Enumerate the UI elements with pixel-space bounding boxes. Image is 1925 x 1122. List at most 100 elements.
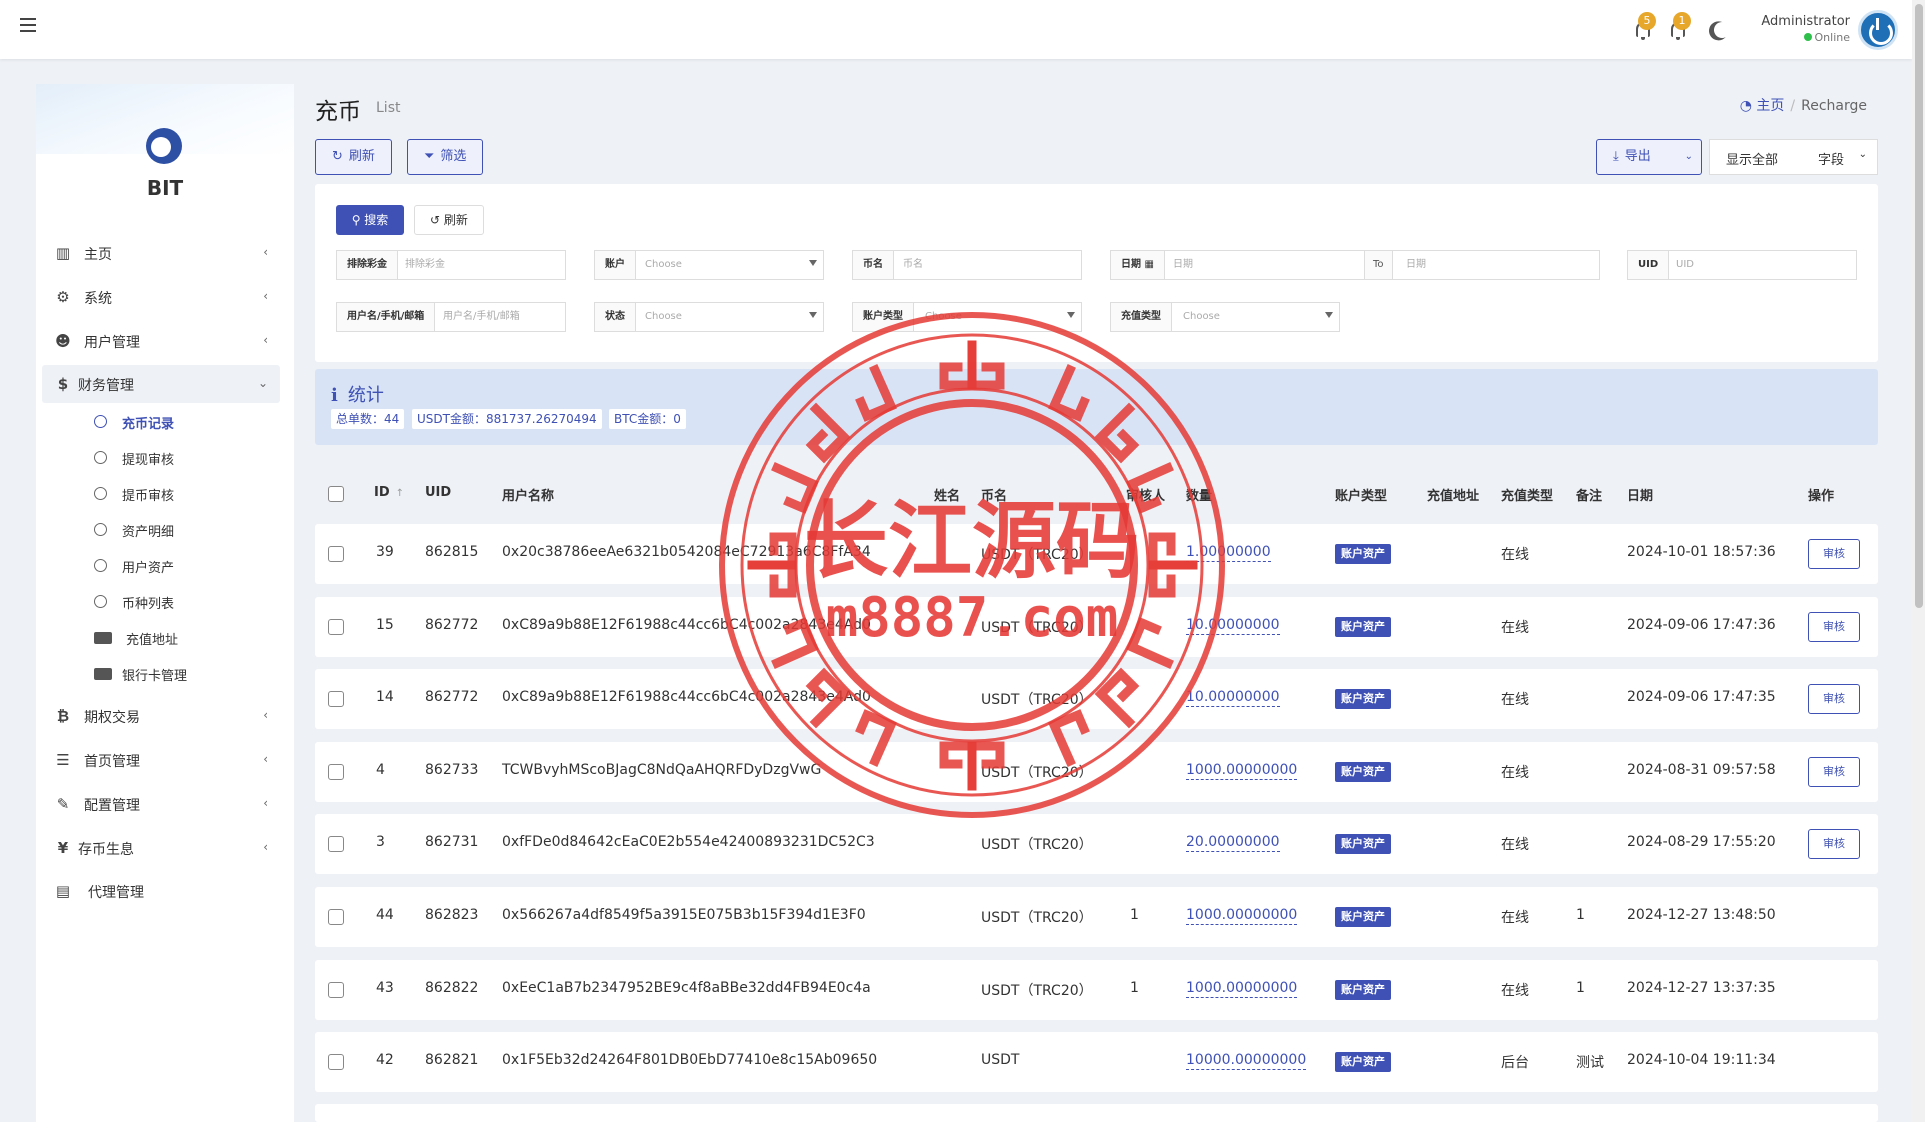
top-bar [0, 0, 1912, 59]
uid-field[interactable]: UID UID [1627, 250, 1857, 280]
sidebar-item-system[interactable]: ⚙ 系统 ‹ [42, 278, 280, 316]
recharge-type-select[interactable]: 充值类型 Choose [1110, 302, 1340, 332]
audit-button[interactable]: 审核 [1808, 757, 1860, 787]
exclude-bonus-field[interactable]: 排除彩金 排除彩金 [336, 250, 566, 280]
sidebar-sub-deposit-address[interactable]: 充值地址 [94, 624, 274, 652]
account-select[interactable]: 账户 Choose [594, 250, 824, 280]
select-all-checkbox[interactable] [328, 486, 344, 502]
sidebar-item-home[interactable]: ▥ 主页 ‹ [42, 234, 280, 272]
sidebar-item-homepage[interactable]: ☰ 首页管理 ‹ [42, 741, 280, 779]
sidebar-item-finance[interactable]: $ 财务管理 ⌄ [42, 365, 280, 403]
sidebar-sub-recharge-records[interactable]: 充币记录 [94, 408, 274, 436]
cell-amount[interactable]: 20.00000000 [1186, 833, 1280, 852]
reset-button-label: 刷新 [443, 213, 468, 227]
sidebar-sub-withdraw-audit[interactable]: 提现审核 [94, 444, 274, 472]
undo-icon: ↺ [430, 213, 444, 227]
sidebar-item-agents[interactable]: ▤ 代理管理 [42, 872, 280, 910]
breadcrumb-home[interactable]: ◔ 主页 [1740, 98, 1785, 114]
table-row: 14 862772 0xC89a9b88E12F61988c44cc6bC4c0… [315, 669, 1878, 729]
user-search-field[interactable]: 用户名/手机/邮箱 用户名/手机/邮箱 [336, 302, 566, 332]
chevron-left-icon: ‹ [263, 708, 268, 722]
cell-amount[interactable]: 1000.00000000 [1186, 761, 1298, 780]
column-selector[interactable]: 显示全部 字段 ⌄ [1709, 139, 1878, 175]
stats-title-label: 统计 [347, 385, 384, 406]
search-button-label: 搜索 [364, 213, 389, 227]
field-label: 账户类型 [853, 303, 914, 331]
date-range-field[interactable]: 日期 ▦ 日期 To 日期 [1110, 250, 1600, 280]
row-checkbox[interactable] [328, 1054, 344, 1070]
page-scrollbar[interactable] [1912, 0, 1925, 1122]
table-header: ID ↑ UID 用户名称 姓名 币名 审核人 数量 账户类型 充值地址 充值类型… [315, 470, 1878, 518]
row-checkbox[interactable] [328, 836, 344, 852]
sidebar-item-label: 主页 [84, 247, 112, 263]
sidebar-item-staking[interactable]: ¥ 存币生息 ‹ [42, 829, 280, 867]
audit-button[interactable]: 审核 [1808, 539, 1860, 569]
row-checkbox[interactable] [328, 909, 344, 925]
bar-chart-icon: ▥ [55, 244, 71, 262]
row-checkbox[interactable] [328, 982, 344, 998]
col-account-type: 账户类型 [1335, 489, 1388, 504]
col-recharge-type: 充值类型 [1501, 489, 1554, 504]
cell-amount[interactable]: 10.00000000 [1186, 688, 1280, 707]
account-type-select[interactable]: 账户类型 Choose [852, 302, 1082, 332]
export-button[interactable]: ⤓ 导出 ⌄ [1596, 139, 1702, 175]
field-label: 账户 [595, 251, 636, 279]
audit-button[interactable]: 审核 [1808, 684, 1860, 714]
cell-date: 2024-08-31 09:57:58 [1627, 762, 1776, 778]
coin-name-field[interactable]: 币名 币名 [852, 250, 1082, 280]
sidebar-sub-asset-details[interactable]: 资产明细 [94, 516, 274, 544]
cell-date: 2024-08-29 17:55:20 [1627, 834, 1776, 850]
col-id[interactable]: ID ↑ [374, 485, 404, 500]
message-badge: 1 [1673, 12, 1691, 30]
audit-button[interactable]: 审核 [1808, 612, 1860, 642]
row-checkbox[interactable] [328, 764, 344, 780]
user-menu[interactable]: Administrator Online [1760, 14, 1850, 44]
breadcrumb-separator: / [1790, 98, 1796, 114]
chevron-down-icon: ⌄ [1858, 149, 1867, 160]
cell-amount[interactable]: 1000.00000000 [1186, 906, 1298, 925]
cell-amount[interactable]: 1.00000000 [1186, 543, 1271, 562]
reset-button[interactable]: ↺ 刷新 [414, 205, 484, 235]
refresh-button[interactable]: ↻ 刷新 [315, 139, 392, 175]
message-bell-button[interactable]: 1 [1667, 12, 1693, 42]
notification-bell-button[interactable]: 5 [1632, 12, 1658, 42]
cell-username: 0x566267a4df8549f5a3915E075B3b15F394d1E3… [502, 907, 866, 923]
row-checkbox[interactable] [328, 691, 344, 707]
power-avatar-icon[interactable] [1858, 10, 1898, 50]
fields-dropdown[interactable]: 字段 [1818, 149, 1844, 168]
dark-mode-toggle[interactable] [1710, 16, 1736, 42]
sidebar-item-label: 财务管理 [78, 378, 134, 394]
sidebar-item-config[interactable]: ✎ 配置管理 ‹ [42, 785, 280, 823]
status-select[interactable]: 状态 Choose [594, 302, 824, 332]
hamburger-menu-icon[interactable] [20, 18, 36, 32]
cell-date: 2024-12-27 13:37:35 [1627, 980, 1776, 996]
audit-button[interactable]: 审核 [1808, 829, 1860, 859]
sidebar-item-users[interactable]: ☻ 用户管理 ‹ [42, 322, 280, 360]
row-checkbox[interactable] [328, 619, 344, 635]
stat-btc-amount: BTC金额：0 [609, 409, 686, 429]
sidebar-sub-user-assets[interactable]: 用户资产 [94, 552, 274, 580]
filter-button[interactable]: ⏷ 筛选 [407, 139, 484, 175]
show-all-button[interactable]: 显示全部 [1726, 149, 1778, 168]
sidebar-item-options[interactable]: ₿ 期权交易 ‹ [42, 697, 280, 735]
cell-amount[interactable]: 10.00000000 [1186, 616, 1280, 635]
scrollbar-thumb[interactable] [1915, 4, 1923, 608]
sub-item-label: 银行卡管理 [122, 669, 188, 684]
sidebar-sub-coin-list[interactable]: 币种列表 [94, 588, 274, 616]
cell-uid: 862821 [425, 1052, 479, 1068]
cell-coin: USDT（TRC20） [981, 547, 1093, 563]
page-title: 充币 [315, 99, 361, 125]
cell-id: 14 [376, 689, 394, 705]
cell-amount[interactable]: 1000.00000000 [1186, 979, 1298, 998]
cell-amount[interactable]: 10000.00000000 [1186, 1051, 1307, 1070]
yen-icon: ¥ [57, 839, 69, 857]
field-label: 日期 ▦ [1111, 251, 1165, 279]
sidebar-sub-coin-withdraw-audit[interactable]: 提币审核 [94, 480, 274, 508]
sidebar-sub-bank-cards[interactable]: 银行卡管理 [94, 660, 274, 688]
filter-icon: ⏷ [424, 149, 435, 164]
chevron-left-icon: ‹ [263, 333, 268, 347]
cell-coin: USDT（TRC20） [981, 837, 1093, 853]
row-checkbox[interactable] [328, 546, 344, 562]
cell-uid: 862822 [425, 980, 479, 996]
search-button[interactable]: ⚲ 搜索 [336, 205, 404, 235]
